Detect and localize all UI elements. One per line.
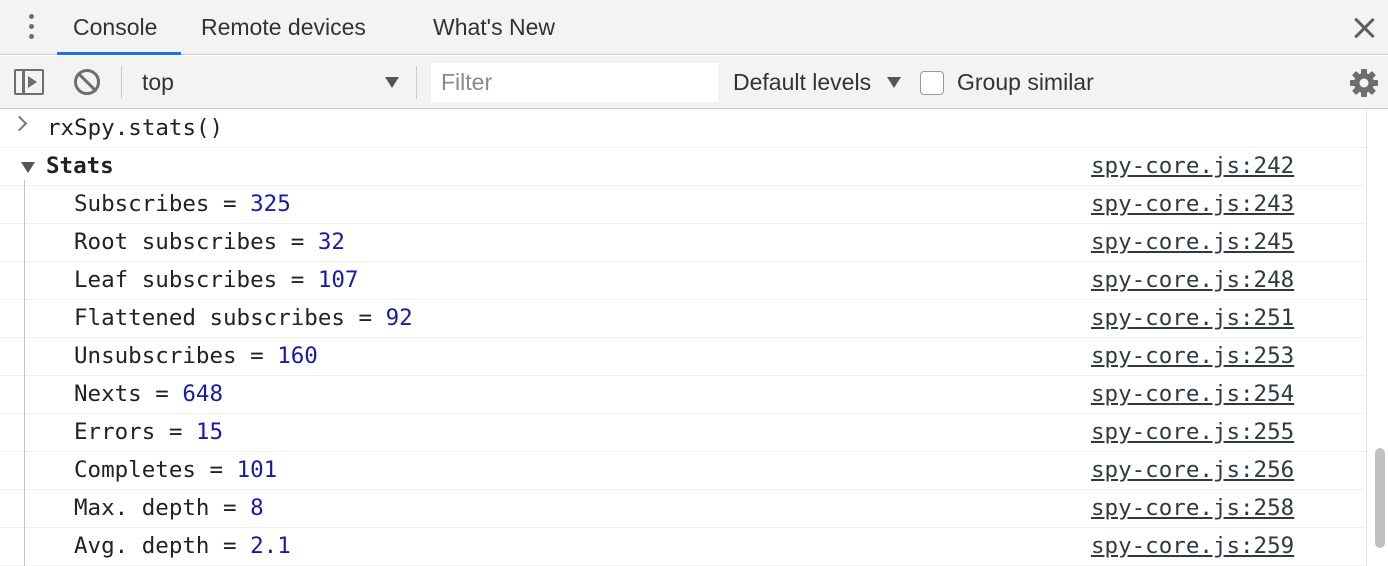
log-entry-value: 325 — [250, 191, 291, 217]
log-entry-row: Leaf subscribes = 107 spy-core.js:248 — [0, 262, 1366, 300]
toolbar-divider — [416, 66, 417, 99]
log-entry-row: Subscribes = 325 spy-core.js:243 — [0, 186, 1366, 224]
tab-console[interactable]: Console — [73, 0, 157, 55]
console-command: rxSpy.stats() — [47, 115, 224, 141]
source-link[interactable]: spy-core.js:242 — [1091, 148, 1294, 184]
log-levels-dropdown[interactable]: Default levels — [733, 62, 913, 102]
chevron-down-icon — [385, 77, 399, 88]
log-entry-value: 2.1 — [250, 533, 291, 559]
log-entry-value: 15 — [195, 419, 224, 445]
log-entry-row: Unsubscribes = 160 spy-core.js:253 — [0, 338, 1366, 376]
log-entry-label: Avg. depth = — [74, 533, 251, 559]
log-entry-row: Flattened subscribes = 92 spy-core.js:251 — [0, 300, 1366, 338]
log-entry-text: Root subscribes = 32 — [74, 224, 345, 260]
log-entry-value: 8 — [250, 495, 264, 521]
close-icon[interactable] — [1350, 14, 1378, 42]
console-output: rxSpy.stats() Stats spy-core.js:242 Subs… — [0, 110, 1366, 566]
log-entry-value: 101 — [236, 457, 278, 483]
filter-input[interactable] — [431, 63, 718, 102]
scrollbar-thumb[interactable] — [1375, 448, 1385, 548]
source-link[interactable]: spy-core.js:245 — [1091, 224, 1294, 260]
source-link[interactable]: spy-core.js:243 — [1091, 186, 1294, 222]
log-entry-row: Nexts = 648 spy-core.js:254 — [0, 376, 1366, 414]
group-similar-checkbox[interactable] — [920, 71, 944, 95]
log-entry-row: Errors = 15 spy-core.js:255 — [0, 414, 1366, 452]
source-link[interactable]: spy-core.js:256 — [1091, 452, 1294, 488]
chevron-right-icon — [11, 115, 28, 132]
log-entry-label: Subscribes = — [74, 191, 251, 217]
log-entry-label: Completes = — [74, 457, 237, 483]
log-entry-value: 32 — [317, 229, 345, 255]
console-toolbar: top Default levels Group similar — [0, 56, 1388, 109]
log-entry-label: Leaf subscribes = — [74, 267, 318, 293]
source-link[interactable]: spy-core.js:251 — [1091, 300, 1294, 336]
source-link[interactable]: spy-core.js:254 — [1091, 376, 1294, 412]
source-link[interactable]: spy-core.js:259 — [1091, 528, 1294, 564]
log-entry-row: Avg. depth = 2.1 spy-core.js:259 — [0, 528, 1366, 566]
expand-triangle-icon[interactable] — [21, 162, 35, 173]
log-entry-label: Max. depth = — [74, 495, 251, 521]
group-indent-line — [24, 180, 25, 566]
log-entry-text: Unsubscribes = 160 — [74, 338, 318, 374]
log-entry-label: Nexts = — [74, 381, 183, 407]
chevron-down-icon — [887, 77, 901, 88]
log-entry-text: Subscribes = 325 — [74, 186, 291, 222]
log-entry-text: Leaf subscribes = 107 — [74, 262, 358, 298]
log-entry-text: Nexts = 648 — [74, 376, 223, 412]
group-title: Stats — [46, 153, 114, 179]
log-entry-row: Completes = 101 spy-core.js:256 — [0, 452, 1366, 490]
log-entry-label: Errors = — [74, 419, 196, 445]
console-command-row: rxSpy.stats() — [0, 110, 1366, 148]
context-label: top — [142, 69, 174, 95]
toolbar-divider — [121, 66, 122, 99]
tab-remote-devices[interactable]: Remote devices — [201, 0, 366, 55]
console-group-header[interactable]: Stats spy-core.js:242 — [0, 148, 1366, 186]
log-entry-value: 92 — [385, 305, 413, 331]
group-similar-label[interactable]: Group similar — [957, 62, 1094, 102]
log-entry-text: Errors = 15 — [74, 414, 223, 450]
more-options-icon[interactable] — [22, 12, 40, 42]
clear-console-icon[interactable] — [74, 69, 100, 95]
log-entry-text: Flattened subscribes = 92 — [74, 300, 413, 336]
context-selector[interactable]: top — [130, 62, 410, 102]
log-entry-label: Unsubscribes = — [74, 343, 278, 369]
log-entry-row: Max. depth = 8 spy-core.js:258 — [0, 490, 1366, 528]
log-levels-label: Default levels — [733, 69, 872, 95]
gear-icon[interactable] — [1349, 68, 1379, 98]
source-link[interactable]: spy-core.js:255 — [1091, 414, 1294, 450]
log-entry-text: Avg. depth = 2.1 — [74, 528, 291, 564]
source-link[interactable]: spy-core.js:248 — [1091, 262, 1294, 298]
log-entry-label: Root subscribes = — [74, 229, 318, 255]
log-entry-text: Completes = 101 — [74, 452, 277, 488]
active-tab-indicator — [57, 52, 181, 55]
log-entry-value: 648 — [182, 381, 224, 407]
log-entry-text: Max. depth = 8 — [74, 490, 264, 526]
show-sidebar-icon[interactable] — [14, 69, 44, 95]
devtools-tabbar: Console Remote devices What's New — [0, 0, 1388, 55]
log-entry-value: 160 — [277, 343, 318, 369]
tab-whats-new[interactable]: What's New — [433, 0, 555, 55]
log-entry-row: Root subscribes = 32 spy-core.js:245 — [0, 224, 1366, 262]
log-entry-label: Flattened subscribes = — [74, 305, 386, 331]
source-link[interactable]: spy-core.js:258 — [1091, 490, 1294, 526]
source-link[interactable]: spy-core.js:253 — [1091, 338, 1294, 374]
log-entry-value: 107 — [317, 267, 359, 293]
